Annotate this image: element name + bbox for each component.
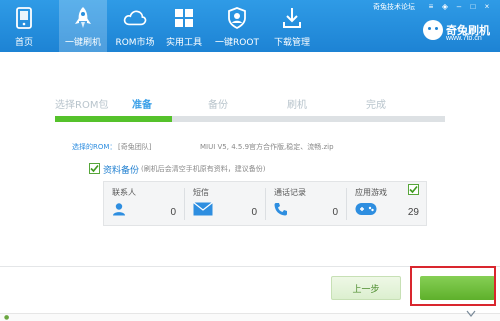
forum-link[interactable]: 奇兔技术论坛 xyxy=(373,2,415,12)
backup-description: (刷机后会清空手机原有资料，建议备份) xyxy=(141,165,266,173)
nav-item-downloads-label: 下载管理 xyxy=(273,38,310,48)
nav-item-rom-market[interactable]: ROM市场 xyxy=(112,0,158,52)
step-indicator: 选择ROM包 准备 备份 刷机 完成 xyxy=(55,96,445,111)
progress-fill xyxy=(55,116,172,122)
nav-item-home[interactable]: 首页 xyxy=(4,0,44,52)
logo: 奇兔刷机 www.7to.cn xyxy=(423,20,490,42)
status-icon: ● xyxy=(4,314,10,321)
backup-item-sms[interactable]: 短信 0 xyxy=(185,182,265,225)
call-log-icon xyxy=(274,202,288,218)
skin-icon[interactable]: ◈ xyxy=(440,2,450,11)
download-icon xyxy=(280,6,304,30)
rom-file: MIUI V5, 4.5.9官方合作版,稳定、流畅.zip xyxy=(200,143,334,151)
nav-item-tools-label: 实用工具 xyxy=(165,38,202,48)
nav-item-root[interactable]: 一键ROOT xyxy=(212,0,262,52)
backup-item-sms-count: 0 xyxy=(251,207,257,218)
backup-item-call-log-label: 通话记录 xyxy=(274,188,306,197)
nav-item-root-label: 一键ROOT xyxy=(215,38,259,48)
nav-item-tools[interactable]: 实用工具 xyxy=(162,0,206,52)
rom-team: [奇兔团队] xyxy=(118,143,152,151)
step-backup: 备份 xyxy=(208,100,228,111)
top-navigation-bar: 首页 一键刷机 ROM市场 实用工具 一键ROOT 下载管理 奇兔技术论坛 ≡ … xyxy=(0,0,500,52)
step-prepare: 准备 xyxy=(132,100,152,111)
sms-icon xyxy=(193,202,213,218)
contact-icon xyxy=(112,202,126,218)
close-icon[interactable]: × xyxy=(482,2,492,11)
step-select-rom: 选择ROM包 xyxy=(55,100,109,111)
backup-item-contacts-count: 0 xyxy=(170,207,176,218)
backup-item-call-log[interactable]: 通话记录 0 xyxy=(266,182,346,225)
nav-item-rom-market-label: ROM市场 xyxy=(115,38,155,48)
status-bar: ● xyxy=(0,313,500,321)
nav-item-downloads[interactable]: 下载管理 xyxy=(270,0,314,52)
nav-item-one-click-flash[interactable]: 一键刷机 xyxy=(59,0,107,52)
backup-item-call-log-count: 0 xyxy=(332,207,338,218)
progress-bar xyxy=(55,116,445,122)
backup-panel: 联系人 0 短信 0 通话记录 0 应用游戏 29 xyxy=(103,181,427,226)
gamepad-icon xyxy=(355,202,377,218)
step-flash: 刷机 xyxy=(287,100,307,111)
nav-item-one-click-flash-label: 一键刷机 xyxy=(64,38,101,48)
backup-item-apps-label: 应用游戏 xyxy=(355,188,387,197)
chevron-icon xyxy=(466,310,476,317)
previous-step-button[interactable]: 上一步 xyxy=(331,276,401,300)
backup-item-contacts[interactable]: 联系人 0 xyxy=(104,182,184,225)
maximize-icon[interactable]: □ xyxy=(468,2,478,11)
shield-icon xyxy=(225,6,249,30)
backup-item-apps-count: 29 xyxy=(407,207,419,218)
phone-home-icon xyxy=(12,6,36,30)
rocket-icon xyxy=(71,6,95,30)
backup-item-contacts-label: 联系人 xyxy=(112,188,136,197)
backup-label: 资料备份 xyxy=(103,166,140,176)
nav-item-home-label: 首页 xyxy=(14,38,33,48)
cloud-icon xyxy=(123,6,147,30)
minimize-icon[interactable]: – xyxy=(454,2,464,11)
rabbit-logo-icon xyxy=(423,20,443,40)
apps-checkbox[interactable] xyxy=(408,184,419,195)
selected-rom-label: 选择的ROM： xyxy=(72,143,117,151)
backup-checkbox[interactable] xyxy=(89,163,100,174)
checkmark-icon xyxy=(409,185,418,194)
logo-site: www.7to.cn xyxy=(446,35,482,42)
checkmark-icon xyxy=(90,164,99,173)
windows-grid-icon xyxy=(172,6,196,30)
selected-rom: 选择的ROM： [奇兔团队] MIUI V5, 4.5.9官方合作版,稳定、流畅… xyxy=(72,142,334,152)
highlight-box xyxy=(410,266,496,306)
menu-icon[interactable]: ≡ xyxy=(426,2,436,11)
step-complete: 完成 xyxy=(366,100,386,111)
backup-item-sms-label: 短信 xyxy=(193,188,209,197)
